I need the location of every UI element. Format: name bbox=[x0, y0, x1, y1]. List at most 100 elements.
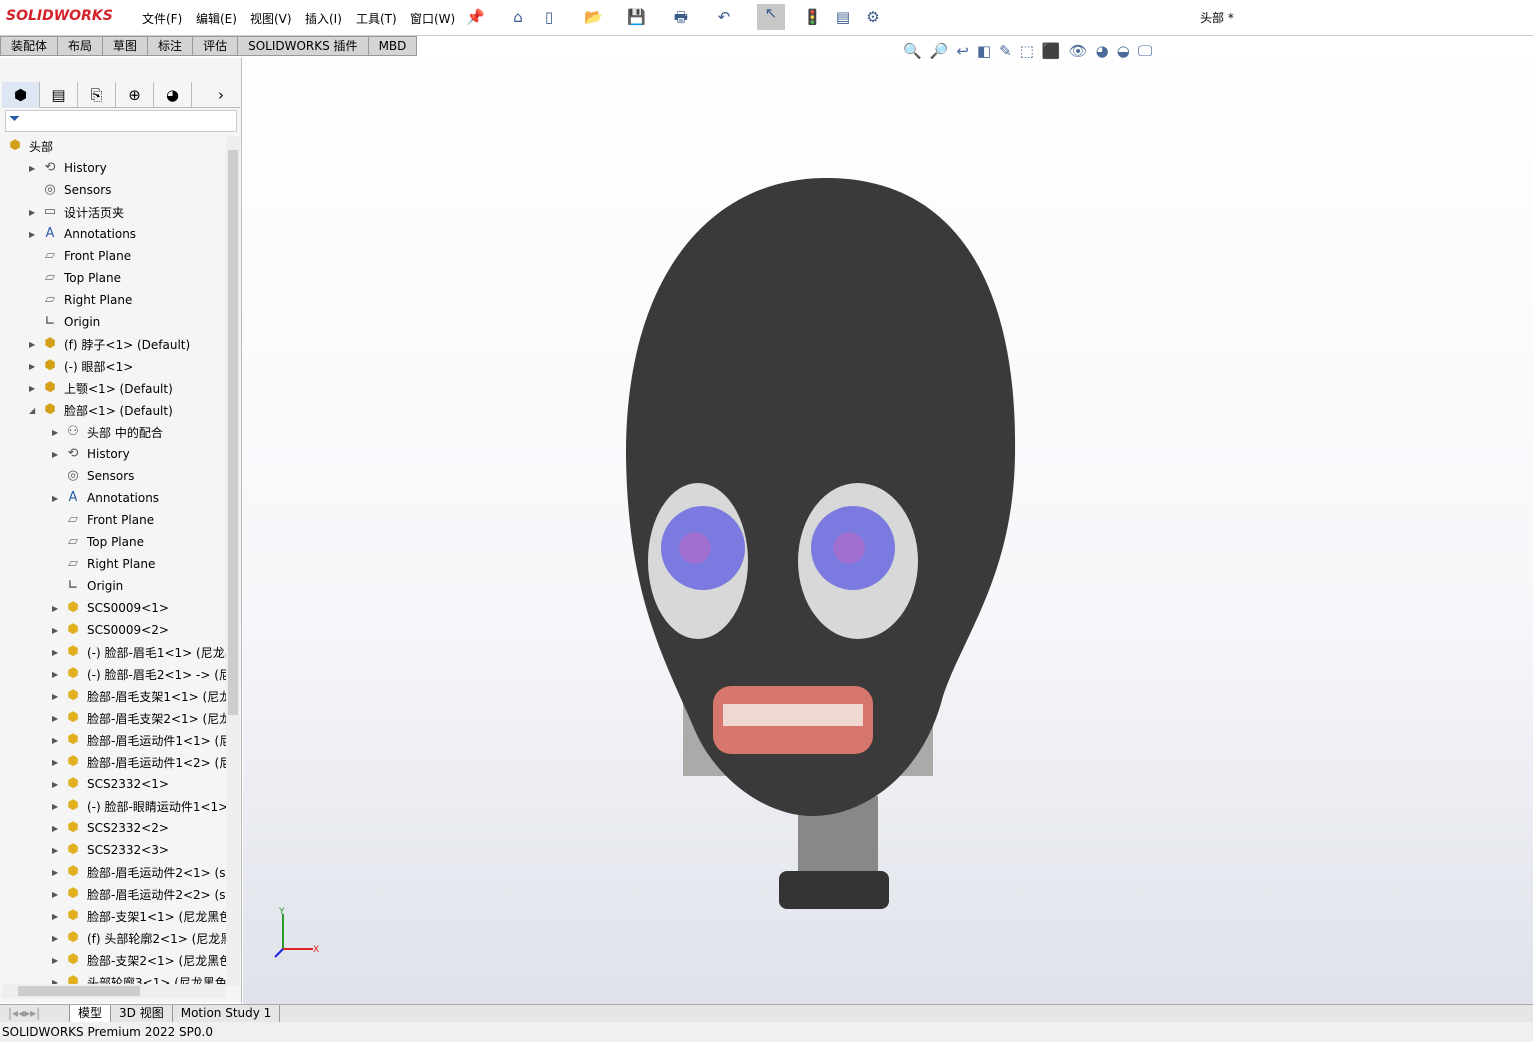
expand-arrow-icon[interactable]: ▶ bbox=[52, 758, 64, 767]
propertymanager-tab-icon[interactable]: ▤ bbox=[40, 82, 79, 108]
menu-view[interactable]: 视图(V) bbox=[250, 10, 292, 27]
tab-layout[interactable]: 布局 bbox=[58, 36, 104, 56]
expand-arrow-icon[interactable]: ▶ bbox=[52, 648, 64, 657]
tree-item[interactable]: ▶⬢ 脸部-眉毛支架1<1> (尼龙黑 bbox=[52, 685, 226, 707]
expand-arrow-icon[interactable]: ▶ bbox=[52, 956, 64, 965]
tree-item[interactable]: ▶ ⚇ 头部 中的配合 bbox=[52, 421, 163, 443]
tree-item[interactable]: ▶ ⬢ 脸部-支架1<1> (尼龙黑色 ( bbox=[52, 905, 226, 927]
expand-arrow-icon[interactable]: ▶ bbox=[52, 626, 64, 635]
undo-icon[interactable]: ↶ bbox=[715, 8, 733, 26]
save-icon[interactable]: 💾 bbox=[627, 8, 646, 26]
menu-file[interactable]: 文件(F) bbox=[142, 10, 182, 27]
tree-item[interactable]: ▶ ⬢ SCS0009<1> bbox=[52, 597, 169, 619]
menu-tools[interactable]: 工具(T) bbox=[356, 10, 397, 27]
tab-motion-study[interactable]: Motion Study 1 bbox=[173, 1005, 281, 1022]
tab-nav-arrows-icon[interactable]: |◂◂▸▸| bbox=[0, 1005, 70, 1022]
expand-arrow-icon[interactable]: ▶ bbox=[52, 934, 64, 943]
menu-edit[interactable]: 编辑(E) bbox=[196, 10, 237, 27]
tree-item[interactable]: ▱ Top Plane bbox=[52, 531, 144, 553]
tree-item[interactable]: ▶⬢ 脸部-眉毛运动件2<1> (sing bbox=[52, 861, 226, 883]
tab-evaluate[interactable]: 评估 bbox=[193, 36, 239, 56]
tab-assembly[interactable]: 装配体 bbox=[0, 36, 59, 56]
expand-arrow-icon[interactable]: ▶ bbox=[52, 714, 64, 723]
tree-item[interactable]: ◢ ⬢ 脸部<1> (Default) bbox=[29, 399, 173, 421]
tree-item[interactable]: ▶ ⬢ (-) 眼部<1> bbox=[29, 355, 133, 377]
menu-insert[interactable]: 插入(I) bbox=[305, 10, 342, 27]
file-properties-icon[interactable]: ▤ bbox=[834, 8, 852, 26]
tree-item[interactable]: ▶ ⟲ History bbox=[29, 157, 107, 179]
expand-arrow-icon[interactable]: ▶ bbox=[52, 802, 64, 811]
tree-item[interactable]: ▶ ⬢ 上颚<1> (Default) bbox=[29, 377, 173, 399]
tree-item[interactable]: ▶⬢ 脸部-眉毛支架2<1> (尼龙黑 bbox=[52, 707, 226, 729]
expand-arrow-icon[interactable]: ▶ bbox=[29, 362, 41, 371]
tab-3d-view[interactable]: 3D 视图 bbox=[111, 1005, 173, 1022]
tree-item[interactable]: ▶ ⬢ (f) 脖子<1> (Default) bbox=[29, 333, 190, 355]
tree-item[interactable]: ▶ ⬢ 脸部-支架2<1> (尼龙黑色 ( bbox=[52, 949, 226, 971]
expand-arrow-icon[interactable]: ▶ bbox=[52, 912, 64, 921]
expand-arrow-icon[interactable]: ▶ bbox=[52, 428, 64, 437]
tab-mbd[interactable]: MBD bbox=[368, 36, 418, 56]
tab-model[interactable]: 模型 bbox=[70, 1005, 112, 1022]
expand-arrow-icon[interactable]: ◢ bbox=[29, 406, 41, 415]
expand-arrow-icon[interactable]: ▶ bbox=[52, 824, 64, 833]
tree-item[interactable]: ▱ Front Plane bbox=[29, 245, 131, 267]
configurationmanager-tab-icon[interactable]: ⎘ bbox=[78, 82, 117, 108]
tree-item[interactable]: ▶⬢ 脸部-眉毛运动件1<2> (尼龙 bbox=[52, 751, 226, 773]
expand-arrow-icon[interactable]: ▶ bbox=[52, 494, 64, 503]
pin-icon[interactable]: 📌 bbox=[466, 8, 485, 26]
options-gear-icon[interactable]: ⚙ bbox=[864, 8, 882, 26]
expand-arrow-icon[interactable]: ▶ bbox=[52, 604, 64, 613]
tree-item[interactable]: ▶ ⟲ History bbox=[52, 443, 130, 465]
rebuild-icon[interactable]: 🚦 bbox=[803, 8, 822, 26]
tree-item[interactable]: ▱ Top Plane bbox=[29, 267, 121, 289]
graphics-area[interactable]: 🔍 🔎 ↩ ◧ ✎ ⬚ ⬛ 👁 ◕ ◒ 🖵 Y X bbox=[243, 36, 1533, 1004]
expand-arrow-icon[interactable]: ▶ bbox=[29, 230, 41, 239]
tree-item[interactable]: ◎ Sensors bbox=[29, 179, 111, 201]
tree-horizontal-scrollbar[interactable] bbox=[2, 984, 226, 998]
expand-arrow-icon[interactable]: ▶ bbox=[29, 384, 41, 393]
expand-arrow-icon[interactable]: ▶ bbox=[52, 780, 64, 789]
tree-item[interactable]: ◎ Sensors bbox=[52, 465, 134, 487]
tree-item[interactable]: ▶ ▭ 设计活页夹 bbox=[29, 201, 124, 223]
tree-item[interactable]: ▱ Front Plane bbox=[52, 509, 154, 531]
tree-item[interactable]: ▶⬢ (f) 头部轮廓2<1> (尼龙黑色 bbox=[52, 927, 226, 949]
dimxpert-tab-icon[interactable]: ⊕ bbox=[116, 82, 155, 108]
tree-filter-icon[interactable]: ⏷ bbox=[5, 110, 237, 132]
tree-item[interactable]: ▶ A Annotations bbox=[29, 223, 136, 245]
displaymanager-tab-icon[interactable]: ◕ bbox=[154, 82, 193, 108]
home-icon[interactable]: ⌂ bbox=[509, 8, 527, 26]
new-document-icon[interactable]: ▯ bbox=[540, 8, 558, 26]
tree-item[interactable]: ▶ A Annotations bbox=[52, 487, 159, 509]
select-icon[interactable]: ↖ bbox=[757, 4, 785, 30]
tree-item[interactable]: ▱ Right Plane bbox=[52, 553, 155, 575]
tree-item[interactable]: ▶⬢ (-) 脸部-眼睛运动件1<1> (s bbox=[52, 795, 226, 817]
tree-item[interactable]: ▶ ⬢ SCS2332<1> bbox=[52, 773, 169, 795]
panel-expand-arrow-icon[interactable]: › bbox=[202, 82, 240, 108]
tree-vertical-scrollbar[interactable] bbox=[226, 136, 240, 986]
tab-sketch[interactable]: 草图 bbox=[103, 36, 149, 56]
expand-arrow-icon[interactable]: ▶ bbox=[52, 736, 64, 745]
tree-item[interactable]: ∟ Origin bbox=[29, 311, 101, 333]
menu-window[interactable]: 窗口(W) bbox=[410, 10, 455, 27]
tree-item[interactable]: ⬢ 头部 bbox=[6, 136, 53, 157]
expand-arrow-icon[interactable]: ▶ bbox=[29, 208, 41, 217]
tab-markup[interactable]: 标注 bbox=[148, 36, 194, 56]
tree-item[interactable]: ∟ Origin bbox=[52, 575, 124, 597]
expand-arrow-icon[interactable]: ▶ bbox=[52, 692, 64, 701]
expand-arrow-icon[interactable]: ▶ bbox=[52, 846, 64, 855]
tree-item[interactable]: ▶⬢ 脸部-眉毛运动件2<2> (sing bbox=[52, 883, 226, 905]
open-icon[interactable]: 📂 bbox=[584, 8, 603, 26]
tree-item[interactable]: ▶⬢ (-) 脸部-眉毛2<1> -> (尼龙 bbox=[52, 663, 226, 685]
featuremanager-tab-icon[interactable]: ⬢ bbox=[2, 82, 41, 108]
expand-arrow-icon[interactable]: ▶ bbox=[52, 890, 64, 899]
expand-arrow-icon[interactable]: ▶ bbox=[29, 164, 41, 173]
expand-arrow-icon[interactable]: ▶ bbox=[52, 450, 64, 459]
expand-arrow-icon[interactable]: ▶ bbox=[52, 868, 64, 877]
tree-item[interactable]: ▶ ⬢ SCS2332<3> bbox=[52, 839, 169, 861]
expand-arrow-icon[interactable]: ▶ bbox=[29, 340, 41, 349]
tab-addins[interactable]: SOLIDWORKS 插件 bbox=[238, 36, 369, 56]
tree-item[interactable]: ▶ ⬢ SCS0009<2> bbox=[52, 619, 169, 641]
tree-item[interactable]: ▶⬢ 脸部-眉毛运动件1<1> (尼龙 bbox=[52, 729, 226, 751]
tree-item[interactable]: ▶⬢ (-) 脸部-眉毛1<1> (尼龙黑色 bbox=[52, 641, 226, 663]
print-icon[interactable]: 🖶 bbox=[672, 8, 690, 26]
